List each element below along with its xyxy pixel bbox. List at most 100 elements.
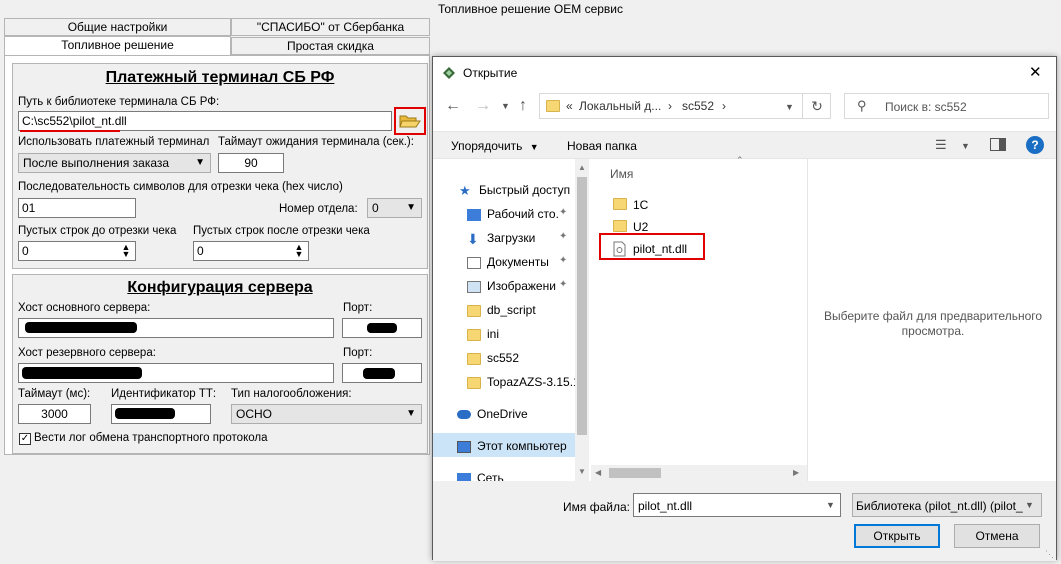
use-terminal-combo[interactable]: После выполнения заказа ▼ [18,153,211,173]
dll-file-icon [613,241,626,257]
dialog-title: Открытие [463,66,518,80]
chevron-down-icon[interactable]: ▼ [961,141,970,151]
scroll-right-icon[interactable]: ▶ [793,468,799,477]
folder-icon [613,198,627,210]
file-name: 1C [633,198,649,212]
use-terminal-value: После выполнения заказа [23,156,170,170]
cloud-icon [457,410,471,420]
scroll-thumb[interactable] [609,468,661,478]
list-item[interactable]: 1C [613,195,793,215]
up-arrow-icon[interactable]: ↑ [519,97,527,115]
library-path-input[interactable]: C:\sc552\pilot_nt.dll [18,111,392,131]
path-underline [20,130,120,132]
breadcrumb-drive[interactable]: Локальный д... [579,99,661,113]
backup-port-input[interactable] [342,363,422,383]
organize-button[interactable]: Упорядочить ▼ [451,139,539,153]
forward-arrow-icon[interactable]: → [475,97,491,115]
tree-item-label: OneDrive [477,407,528,421]
pin-icon: ✦ [559,207,568,218]
lines-after-value: 0 [197,244,204,258]
tree-item-label: Загрузки [487,231,536,245]
server-group: Конфигурация сервера Хост основного серв… [12,274,428,454]
redacted-mark [363,368,395,379]
tree-item-label: sc552 [487,351,520,365]
tree-item-label: TopazAZS-3.15.1 [487,375,580,389]
server-group-title: Конфигурация сервера [127,279,313,296]
dialog-titlebar: Открытие ✕ [433,57,1056,89]
scroll-thumb[interactable] [577,177,587,435]
tt-id-label: Идентификатор ТТ: [111,388,217,400]
pin-icon: ✦ [559,231,568,242]
tree-item-label: Этот компьютер [477,439,567,453]
spin-icon[interactable]: ▲ ▼ [119,243,133,259]
breadcrumb-folder[interactable]: sc552 [682,99,714,113]
scroll-up-icon[interactable]: ▲ [578,163,586,172]
lines-before-label: Пустых строк до отрезки чека [18,225,177,237]
close-icon[interactable]: ✕ [1029,63,1042,81]
preview-pane-icon[interactable] [990,138,1006,151]
tax-type-combo[interactable]: ОСНО ▼ [231,404,422,424]
tt-id-input[interactable] [111,404,211,424]
cancel-button[interactable]: Отмена [954,524,1040,548]
navigation-row: ← → ▼ ↑ « Локальный д... › sc552 › ▼ ↻ ⚲… [433,89,1056,129]
tab-spasibo[interactable]: "СПАСИБО" от Сбербанка [231,18,430,36]
pictures-icon [467,280,481,293]
department-combo[interactable]: 0 ▼ [367,198,422,218]
navigation-tree: ★ Быстрый доступ Рабочий сто. ⬇ Загрузки Д… [433,159,589,481]
recent-chevron-icon[interactable]: ▼ [501,101,510,111]
list-item[interactable]: pilot_nt.dll [613,239,793,259]
back-arrow-icon[interactable]: ← [445,97,461,115]
help-icon[interactable]: ? [1026,136,1044,154]
filename-input[interactable]: pilot_nt.dll ▼ [633,493,841,517]
dialog-toolbar: Упорядочить ▼ Новая папка ☰ ▼ ? [433,131,1056,159]
folder-icon [467,376,481,389]
file-name: pilot_nt.dll [633,242,688,256]
main-host-input[interactable] [18,318,334,338]
computer-icon [457,440,471,453]
browse-button[interactable] [399,113,421,129]
cut-sequence-input[interactable]: 01 [18,198,136,218]
backup-host-input[interactable] [18,363,334,383]
tree-item-label: Быстрый доступ [479,183,571,197]
refresh-icon[interactable]: ↻ [802,94,831,118]
port2-label: Порт: [343,347,373,359]
folder-open-icon [399,115,421,128]
scroll-left-icon[interactable]: ◀ [595,468,601,477]
preview-pane: Выберите файл для предварительного просм… [807,159,1056,481]
search-box[interactable]: ⚲ Поиск в: sc552 [844,93,1049,119]
log-checkbox[interactable]: ✓ [19,433,31,445]
chevron-down-icon[interactable]: ▼ [785,102,794,112]
path-label: Путь к библиотеке терминала СБ РФ: [18,96,220,108]
scroll-down-icon[interactable]: ▼ [578,467,586,476]
breadcrumb-sep: › [668,99,672,113]
main-port-input[interactable] [342,318,422,338]
open-file-dialog: Открытие ✕ ← → ▼ ↑ « Локальный д... › sc… [432,56,1057,561]
chevron-down-icon[interactable]: ▼ [826,500,835,510]
open-button[interactable]: Открыть [854,524,940,548]
file-type-filter[interactable]: Библиотека (pilot_nt.dll) (pilot_ ▼ [852,493,1042,517]
file-list-hscrollbar[interactable]: ◀ ▶ [591,465,807,481]
breadcrumb-sep: › [722,99,726,113]
lines-before-input[interactable]: 0 ▲ ▼ [18,241,136,261]
sort-indicator-icon: ⌃ [736,155,744,165]
address-bar[interactable]: « Локальный д... › sc552 › ▼ ↻ [539,93,831,119]
dialog-bottom: Имя файла: pilot_nt.dll ▼ Библиотека (pi… [433,481,1056,561]
tab-general-settings[interactable]: Общие настройки [4,18,231,36]
tree-scrollbar[interactable]: ▲ ▼ [575,159,589,481]
spin-icon[interactable]: ▲ ▼ [292,243,306,259]
lines-after-input[interactable]: 0 ▲ ▼ [193,241,309,261]
redacted-mark [115,408,175,419]
new-folder-button[interactable]: Новая папка [567,139,637,153]
preview-text: Выберите файл для предварительного просм… [823,309,1043,338]
view-options-icon[interactable]: ☰ [935,137,947,153]
server-timeout-input[interactable]: 3000 [18,404,91,424]
tab-fuel-solution[interactable]: Топливное решение [4,36,231,56]
main-host-label: Хост основного сервера: [18,302,151,314]
tab-simple-discount[interactable]: Простая скидка [231,37,430,55]
chevron-down-icon: ▼ [529,142,539,152]
column-header-name[interactable]: Имя [610,167,633,181]
terminal-timeout-input[interactable]: 90 [218,153,284,173]
use-terminal-label: Использовать платежный терминал [18,136,210,148]
resize-grip-icon[interactable]: ⋱ [1045,549,1054,560]
tree-item-label: db_script [487,303,536,317]
